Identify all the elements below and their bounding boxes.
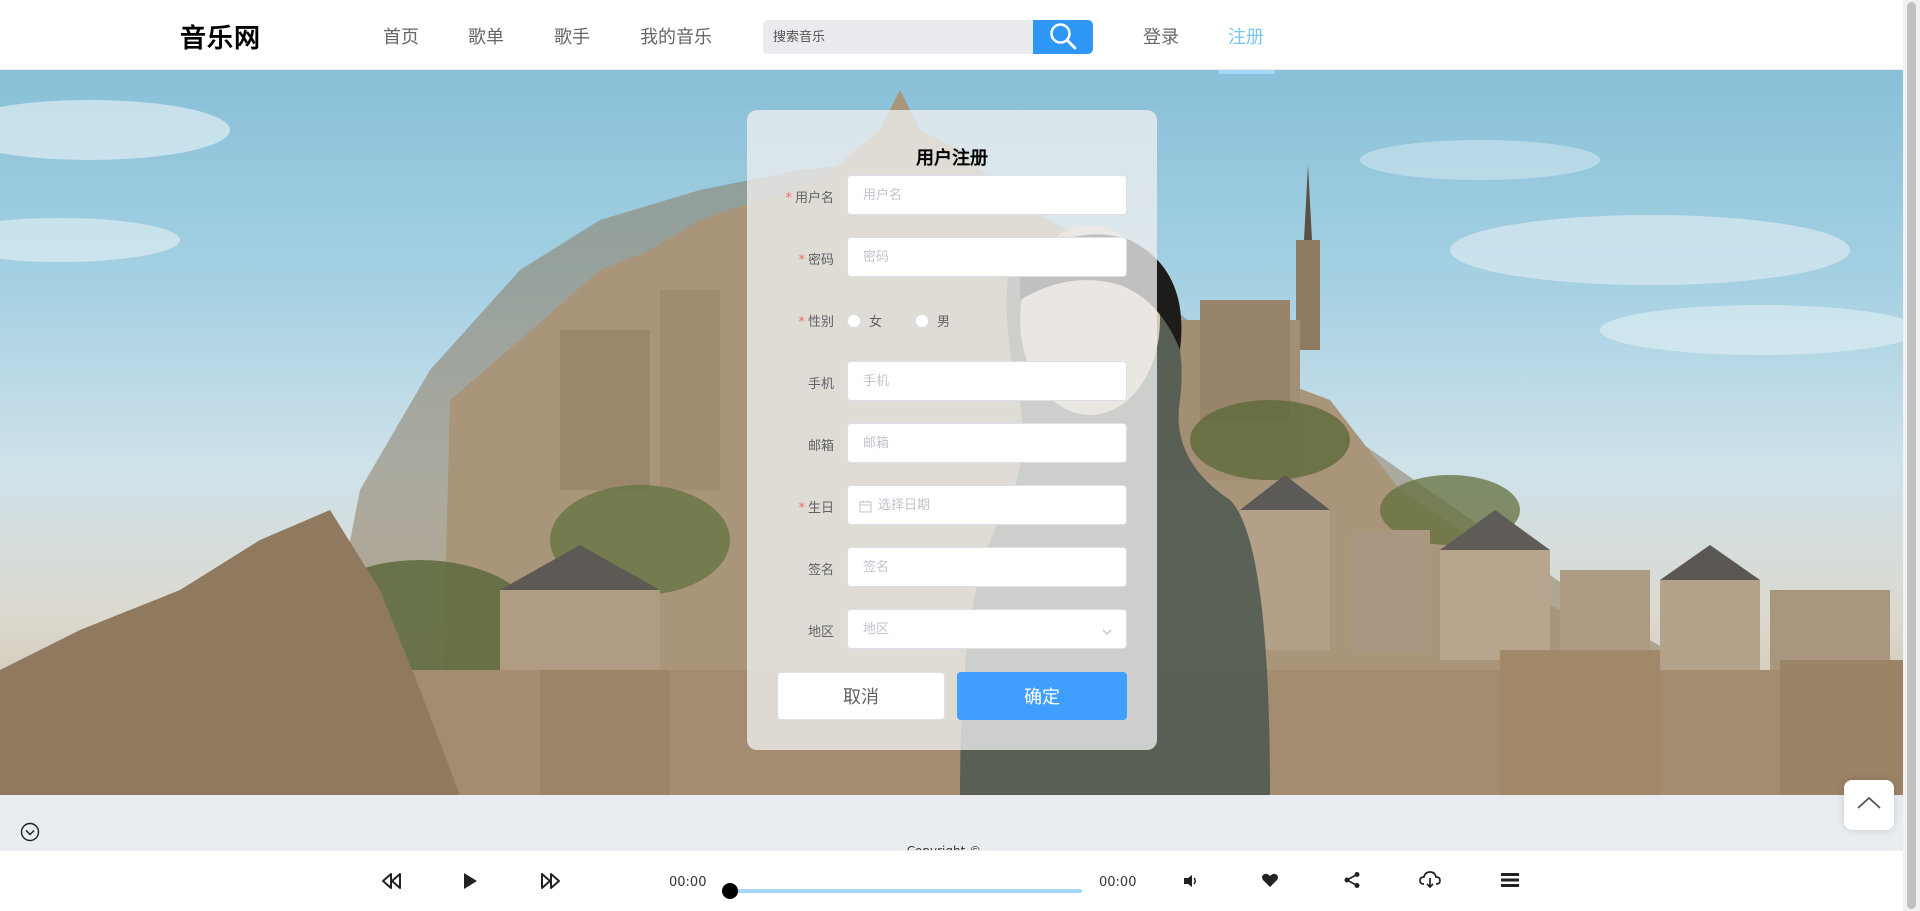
gender-radio-female[interactable]: 女 [847, 311, 882, 330]
chevron-up-icon [1856, 795, 1882, 815]
playlist-button[interactable] [1501, 872, 1519, 892]
total-time: 00:00 [1099, 875, 1137, 890]
gender-row: * 性别 女 男 [747, 299, 1157, 339]
calendar-icon [859, 498, 872, 517]
email-field[interactable] [847, 423, 1127, 463]
required-mark: * [785, 191, 792, 206]
volume-button[interactable] [1182, 873, 1200, 893]
email-row: 邮箱 [747, 423, 1157, 463]
search-button[interactable] [1033, 20, 1093, 54]
share-icon [1343, 872, 1361, 893]
birthday-row: * 生日 [747, 485, 1157, 525]
birthday-date-picker[interactable] [847, 485, 1127, 525]
search-box [763, 20, 1093, 54]
volume-icon [1182, 874, 1200, 893]
progress-bar[interactable] [730, 889, 1082, 893]
radio-circle[interactable] [915, 313, 929, 328]
cancel-button[interactable]: 取消 [777, 672, 945, 720]
footer [0, 795, 1903, 850]
required-mark: * [798, 501, 805, 516]
active-tab-indicator [1219, 70, 1275, 74]
email-label: 邮箱 [807, 439, 834, 454]
region-row: 地区 [747, 609, 1157, 649]
progress-handle[interactable] [722, 883, 738, 899]
rewind-icon [381, 873, 403, 895]
register-panel: 用户注册 *用户名 *密码 *性别 女 男 手机 邮箱 *生日 [747, 110, 1157, 750]
forward-button[interactable] [539, 871, 561, 895]
radio-circle[interactable] [847, 313, 861, 328]
password-row: * 密码 [747, 237, 1157, 277]
current-time: 00:00 [669, 875, 707, 890]
share-button[interactable] [1343, 871, 1361, 893]
phone-row: 手机 [747, 361, 1157, 401]
confirm-button[interactable]: 确定 [957, 672, 1127, 720]
search-input[interactable] [763, 20, 1033, 54]
heart-icon [1261, 873, 1279, 892]
download-icon [1419, 871, 1441, 893]
top-header: 音乐网 首页 歌单 歌手 我的音乐 登录 注册 [0, 0, 1903, 74]
required-mark: * [798, 253, 805, 268]
search-icon [1048, 21, 1078, 54]
back-to-top-button[interactable] [1844, 780, 1894, 830]
signature-row: 签名 [747, 547, 1157, 587]
page-scrollbar[interactable] [1903, 0, 1920, 911]
gender-option-female: 女 [869, 315, 883, 330]
chevron-down-icon [1101, 623, 1113, 642]
download-button[interactable] [1419, 871, 1441, 893]
rewind-button[interactable] [381, 871, 403, 895]
region-select[interactable] [847, 609, 1127, 649]
signature-label: 签名 [807, 563, 834, 578]
like-button[interactable] [1261, 872, 1279, 892]
collapse-player-button[interactable] [20, 822, 40, 846]
username-row: * 用户名 [747, 175, 1157, 215]
username-label: * 用户名 [785, 191, 834, 206]
login-link[interactable]: 登录 [1143, 23, 1179, 49]
gender-radio-male[interactable]: 男 [915, 311, 950, 330]
playlist-icon [1501, 873, 1519, 892]
play-button[interactable] [461, 871, 479, 895]
password-label: * 密码 [798, 253, 834, 268]
chevron-down-icon [20, 822, 40, 846]
nav-home[interactable]: 首页 [383, 23, 419, 49]
phone-field[interactable] [847, 361, 1127, 401]
region-label: 地区 [807, 625, 834, 640]
signature-field[interactable] [847, 547, 1127, 587]
register-link[interactable]: 注册 [1228, 23, 1264, 49]
gender-label: * 性别 [798, 315, 834, 330]
site-logo[interactable]: 音乐网 [180, 18, 261, 55]
nav-singers[interactable]: 歌手 [554, 23, 590, 49]
gender-option-male: 男 [937, 315, 951, 330]
panel-title: 用户注册 [916, 148, 988, 169]
forward-icon [539, 873, 561, 895]
required-mark: * [798, 315, 805, 330]
nav-playlists[interactable]: 歌单 [468, 23, 504, 49]
scrollbar-thumb[interactable] [1907, 2, 1916, 909]
username-field[interactable] [847, 175, 1127, 215]
nav-my-music[interactable]: 我的音乐 [640, 23, 712, 49]
music-player-bar: 00:00 00:00 [0, 850, 1903, 911]
phone-label: 手机 [807, 377, 834, 392]
birthday-label: * 生日 [798, 501, 834, 516]
password-field[interactable] [847, 237, 1127, 277]
play-icon [461, 873, 479, 895]
